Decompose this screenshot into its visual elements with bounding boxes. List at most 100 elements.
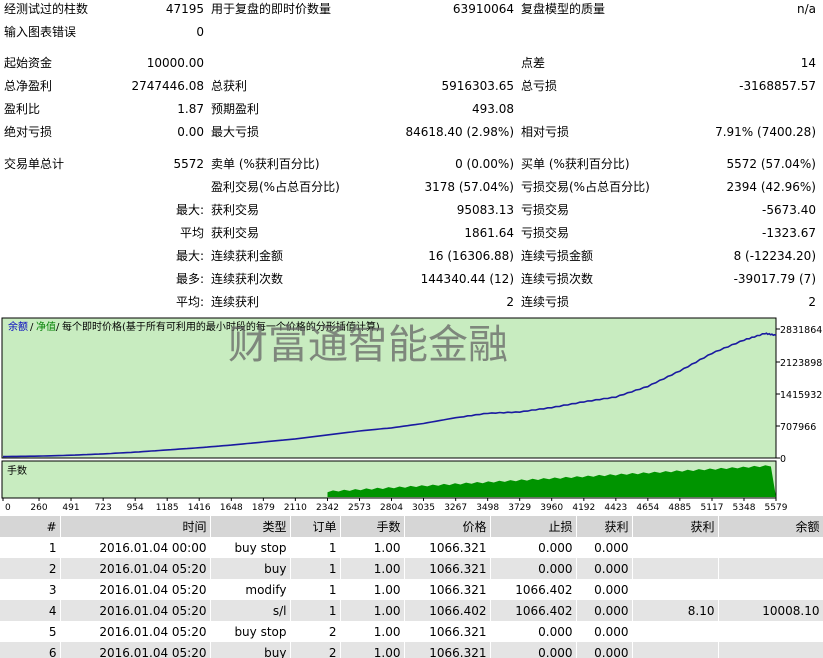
table-cell: 0.000 xyxy=(490,537,577,558)
table-cell: 1066.321 xyxy=(404,537,491,558)
report-value: 2 xyxy=(506,295,514,309)
x-tick-label: 3960 xyxy=(540,503,563,513)
column-header[interactable]: # xyxy=(0,516,61,537)
table-row[interactable]: 4 2016.01.04 05:20 s/l 1 1.00 1066.402 1066.40… xyxy=(0,600,823,621)
equity-chart-panel: 余额 / 净值 / 每个即时价格(基于所有可利用的最小时段的每一个价格的分形插值… xyxy=(0,316,823,516)
column-header[interactable]: 价格 xyxy=(404,516,491,537)
report-label: 连续获利次数 xyxy=(211,272,284,286)
x-tick-label: 3035 xyxy=(412,503,435,513)
table-row[interactable]: 6 2016.01.04 05:20 buy 2 1.00 1066.321 0.000 0.… xyxy=(0,642,823,658)
table-cell: 1066.402 xyxy=(490,579,577,600)
report-label: 盈利比 xyxy=(4,102,41,116)
table-cell: 1.00 xyxy=(340,558,405,579)
x-tick-label: 4885 xyxy=(668,503,691,513)
table-cell: 10008.10 xyxy=(718,600,823,621)
report-value: 84618.40 (2.98%) xyxy=(405,125,514,139)
report-label: 获利交易 xyxy=(211,226,260,240)
report-value: 16 (16306.88) xyxy=(428,249,514,263)
y-tick-label: 707966 xyxy=(780,422,816,433)
equity-chart: 余额 / 净值 / 每个即时价格(基于所有可利用的最小时段的每一个价格的分形插值… xyxy=(1,317,822,513)
table-row[interactable]: 3 2016.01.04 05:20 modify 1 1.00 1066.321 1066… xyxy=(0,579,823,600)
table-cell: 2 xyxy=(0,558,61,579)
report-value: -1323.67 xyxy=(762,226,816,240)
report-value: 8 (-12234.20) xyxy=(733,249,816,263)
trades-table: # 时间 类型 订单 手数 价格 止损 获利 获利 余额 1 2016.01.04 00:00 buy… xyxy=(0,516,823,658)
y-tick-label: 2831864 xyxy=(780,325,822,336)
x-tick-label: 3498 xyxy=(476,503,499,513)
column-header[interactable]: 获利 xyxy=(632,516,719,537)
x-axis: 0 260 491 723 954 1185 1416 1648 1879 2110 2342 257… xyxy=(2,498,788,513)
column-header[interactable]: 余额 xyxy=(718,516,823,537)
table-cell: 2 xyxy=(290,642,341,658)
report-label: 亏损交易(%占总百分比) xyxy=(521,180,650,194)
table-cell: 1.00 xyxy=(340,621,405,642)
report-label: 总亏损 xyxy=(521,79,558,93)
report-value: 493.08 xyxy=(472,102,514,116)
report-value: 最大: xyxy=(175,203,204,217)
x-tick-label: 3729 xyxy=(508,503,531,513)
report-value: 1861.64 xyxy=(464,226,514,240)
report-value: 最多: xyxy=(175,272,204,286)
report-label: 总获利 xyxy=(211,79,248,93)
column-header[interactable]: 订单 xyxy=(290,516,341,537)
report-label: 预期盈利 xyxy=(211,102,260,116)
table-cell: 3 xyxy=(0,579,61,600)
table-row[interactable]: 2 2016.01.04 05:20 buy 1 1.00 1066.321 0.000 0.… xyxy=(0,558,823,579)
report-value: 2394 (42.96%) xyxy=(726,180,816,194)
table-cell xyxy=(718,558,823,579)
table-cell: 1.00 xyxy=(340,537,405,558)
report-label: 绝对亏损 xyxy=(4,125,53,139)
column-header[interactable]: 类型 xyxy=(210,516,291,537)
table-cell xyxy=(632,621,719,642)
report-label: 获利交易 xyxy=(211,203,260,217)
x-tick-label: 2804 xyxy=(380,503,403,513)
table-cell: 1066.321 xyxy=(404,621,491,642)
report-label: 亏损交易 xyxy=(521,226,570,240)
legend-equity: 净值 xyxy=(36,320,56,333)
report-value: 7.91% (7400.28) xyxy=(715,125,816,139)
report-value: n/a xyxy=(796,2,816,16)
column-header[interactable]: 手数 xyxy=(340,516,405,537)
table-cell: 6 xyxy=(0,642,61,658)
table-cell xyxy=(718,537,823,558)
column-header[interactable]: 时间 xyxy=(60,516,211,537)
y-tick-label: 1415932 xyxy=(780,390,822,401)
table-cell: modify xyxy=(210,579,291,600)
column-header[interactable]: 止损 xyxy=(490,516,577,537)
report-value: 5572 xyxy=(173,157,204,171)
watermark-text: 财富通智能金融 xyxy=(228,322,508,368)
report-value: -5673.40 xyxy=(762,203,816,217)
table-cell: 0.000 xyxy=(576,621,633,642)
report-label: 最大亏损 xyxy=(211,125,260,139)
table-cell: 2016.01.04 05:20 xyxy=(60,558,211,579)
x-tick-label: 2573 xyxy=(348,503,371,513)
table-cell: 0.000 xyxy=(576,579,633,600)
table-row[interactable]: 1 2016.01.04 00:00 buy stop 1 1.00 1066.321 0.… xyxy=(0,537,823,558)
report-value: 95083.13 xyxy=(456,203,514,217)
report-label: 经测试过的柱数 xyxy=(4,2,89,16)
table-header-row: # 时间 类型 订单 手数 价格 止损 获利 获利 余额 xyxy=(0,516,823,537)
report-value: 144340.44 (12) xyxy=(420,272,514,286)
table-cell xyxy=(632,537,719,558)
table-cell: buy stop xyxy=(210,621,291,642)
table-cell: buy xyxy=(210,642,291,658)
report-value: 3178 (57.04%) xyxy=(424,180,514,194)
x-tick-label: 4423 xyxy=(604,503,627,513)
table-cell: 1 xyxy=(290,600,341,621)
table-cell xyxy=(632,642,719,658)
table-row[interactable]: 5 2016.01.04 05:20 buy stop 2 1.00 1066.321 0.… xyxy=(0,621,823,642)
table-cell: 0.000 xyxy=(576,600,633,621)
column-header[interactable]: 获利 xyxy=(576,516,633,537)
report-label: 亏损交易 xyxy=(521,203,570,217)
x-tick-label: 4192 xyxy=(572,503,595,513)
table-cell: 2016.01.04 05:20 xyxy=(60,621,211,642)
report-value: 63910064 xyxy=(452,2,514,16)
x-tick-label: 723 xyxy=(95,503,112,513)
trades-table-container[interactable]: # 时间 类型 订单 手数 价格 止损 获利 获利 余额 1 2016.01.04 00:00 buy… xyxy=(0,516,823,658)
report-value: -3168857.57 xyxy=(739,79,816,93)
x-tick-label: 491 xyxy=(62,503,79,513)
table-cell: 0.000 xyxy=(490,621,577,642)
x-tick-label: 5579 xyxy=(765,503,788,513)
y-tick-label: 2123898 xyxy=(780,358,822,369)
report-label: 卖单 (%获利百分比) xyxy=(211,157,320,171)
